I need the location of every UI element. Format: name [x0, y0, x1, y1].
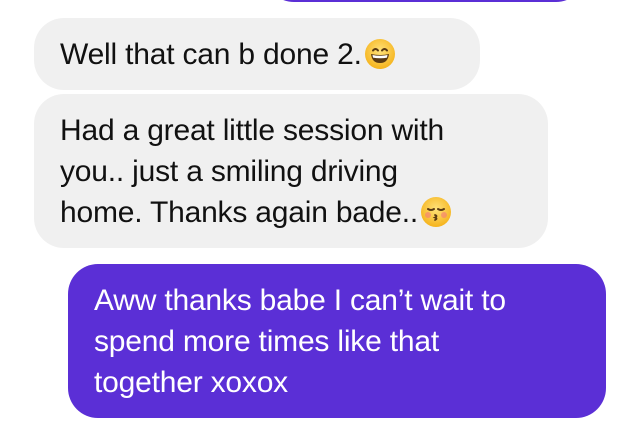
outgoing-message-bubble[interactable]: Aww thanks babe I can’t wait to spend mo…: [68, 264, 606, 418]
message-text: Well that can b done 2.: [60, 38, 362, 71]
grinning-face-icon: [364, 38, 396, 70]
incoming-message-bubble[interactable]: Well that can b done 2.: [34, 18, 480, 90]
incoming-message-bubble[interactable]: Had a great little session with you.. ju…: [34, 94, 548, 248]
message-text-line: together xoxox: [94, 366, 288, 399]
chat-thread: Well that can b done 2. Had a great litt…: [0, 0, 640, 429]
kissing-face-icon: [420, 196, 452, 228]
message-text-line: home. Thanks again bade..: [60, 196, 419, 229]
previous-message-bubble[interactable]: [264, 0, 586, 2]
message-text-line: Had a great little session with: [60, 114, 444, 147]
message-text-line: spend more times like that: [94, 325, 439, 358]
message-text-line: you.. just a smiling driving: [60, 155, 398, 188]
message-text-line: Aww thanks babe I can’t wait to: [94, 284, 506, 317]
